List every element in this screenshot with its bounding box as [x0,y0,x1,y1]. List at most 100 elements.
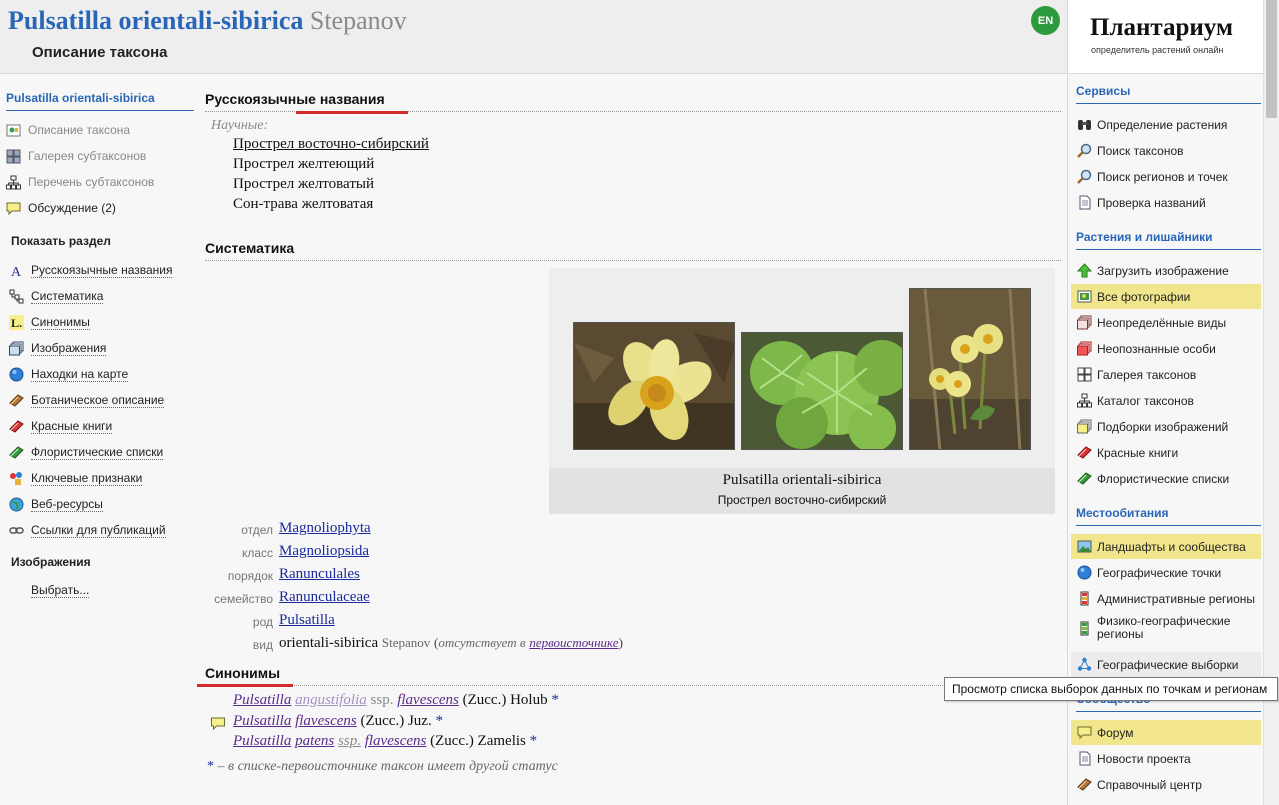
taxonomy-value-link[interactable]: Ranunculales [279,566,360,583]
menu-item-all-photos[interactable]: Все фотографии [1071,284,1261,309]
synonym-infra-link[interactable]: flavescens [365,733,427,749]
synonym-genus-link[interactable]: Pulsatilla [233,733,291,749]
synonym-species-link[interactable]: angustifolia [295,692,367,708]
menu-item-label: Каталог таксонов [1097,393,1194,408]
section-link-images[interactable]: Изображения [9,338,107,358]
menu-item-undetermined-species[interactable]: Неопределённые виды [1071,310,1261,335]
photo-caption-latin: Pulsatilla orientali-sibirica [722,472,882,488]
synonym-star: * [435,713,443,729]
scrollbar-thumb[interactable] [1266,0,1277,118]
photo-caption-russian: Прострел восточно-сибирский [717,493,887,507]
green-book-icon [9,446,24,459]
menu-item-physio-regions[interactable]: Физико-географические регионы [1071,612,1261,644]
photo-panel: Pulsatilla orientali-sibirica Прострел в… [549,268,1055,514]
section-link-russian-names[interactable]: A Русскоязычные названия [9,260,173,280]
collection-icon [1077,419,1092,434]
menu-item-label: Проверка названий [1097,195,1206,210]
section-link-systematics[interactable]: Систематика [9,286,104,306]
taxonomy-value-link[interactable]: Magnoliopsida [279,543,369,560]
species-line: orientali-sibirica Stepanov (отсутствует… [279,635,623,652]
section-link-label: Изображения [31,340,107,356]
menu-item-name-check[interactable]: Проверка названий [1071,190,1261,215]
photo-leaves[interactable] [741,332,903,450]
menu-item-label: Определение растения [1097,117,1228,132]
speech-bubble-icon[interactable] [210,716,226,731]
menu-item-taxon-search[interactable]: Поиск таксонов [1071,138,1261,163]
images-choose-label: Выбрать... [31,582,90,598]
section-link-label: Веб-ресурсы [31,496,103,512]
sidebar-item-subtaxon-list[interactable]: Перечень субтаксонов [6,172,154,192]
gallery-icon [6,149,21,164]
menu-item-unidentified-specimens[interactable]: Неопознанные особи [1071,336,1261,361]
menu-item-label: Географические выборки [1097,657,1239,672]
taxonomy-value-link[interactable]: Pulsatilla [279,612,335,629]
synonym-genus-link[interactable]: Pulsatilla [233,692,291,708]
site-brand[interactable]: Плантариум определитель растений онлайн [1068,0,1264,74]
photo-flower[interactable] [573,322,735,450]
stack-red-icon [1077,341,1092,356]
images-choose-link[interactable]: Выбрать... [9,580,90,600]
red-book-icon [9,420,24,433]
menu-item-label: Ландшафты и сообщества [1097,539,1246,554]
menu-item-help-center[interactable]: Справочный центр [1071,772,1261,797]
section-link-red-books[interactable]: Красные книги [9,416,113,436]
section-link-map[interactable]: Находки на карте [9,364,129,384]
menu-item-label: Все фотографии [1097,289,1191,304]
photo-flowering-plant[interactable] [909,288,1031,450]
menu-item-geo-points[interactable]: Географические точки [1071,560,1261,585]
taxonomy-rank: семейство [214,592,273,606]
taxonomy-value-link[interactable]: Magnoliophyta [279,520,371,537]
letter-l-icon: L. [9,315,24,330]
menu-item-label: Неопределённые виды [1097,315,1227,330]
magnifier-icon [1077,169,1092,184]
section-link-floristic-lists[interactable]: Флористические списки [9,442,164,462]
species-note-source-link[interactable]: первоисточнике [529,635,618,650]
menu-item-image-collections[interactable]: Подборки изображений [1071,414,1261,439]
section-link-key-features[interactable]: Ключевые признаки [9,468,143,488]
menu-item-floristic-lists[interactable]: Флористические списки [1071,466,1261,491]
sidebar-item-taxon-description[interactable]: Описание таксона [6,120,130,140]
tooltip: Просмотр списка выборок данных по точкам… [944,677,1278,701]
magnifier-icon [1077,143,1092,158]
taxonomy-value-link[interactable]: Ranunculaceae [279,589,370,606]
left-sidebar: Pulsatilla orientali-sibirica Описание т… [0,75,198,805]
speech-bubble-icon [6,202,21,216]
synonym-infra-link[interactable]: flavescens [397,692,459,708]
russian-name-primary[interactable]: Прострел восточно-сибирский [233,136,429,153]
menu-item-region-search[interactable]: Поиск регионов и точек [1071,164,1261,189]
menu-item-label: Подборки изображений [1097,419,1229,434]
menu-item-label: Новости проекта [1097,751,1191,766]
menu-item-admin-regions[interactable]: Административные регионы [1071,586,1261,611]
menu-item-upload-image[interactable]: Загрузить изображение [1071,258,1261,283]
synonym-species-link[interactable]: patens [295,733,334,749]
menu-item-project-news[interactable]: Новости проекта [1071,746,1261,771]
menu-item-taxon-catalog[interactable]: Каталог таксонов [1071,388,1261,413]
synonym-star: * [551,692,559,708]
synonym-species-link[interactable]: flavescens [295,713,357,729]
menu-item-red-books[interactable]: Красные книги [1071,440,1261,465]
section-link-web-resources[interactable]: Веб-ресурсы [9,494,103,514]
services-section-title: Сервисы [1076,84,1261,104]
taxon-author: Stepanov [309,6,407,35]
photo-icon [1077,290,1092,303]
sidebar-item-discussion[interactable]: Обсуждение (2) [6,198,116,218]
section-link-citation-links[interactable]: Ссылки для публикаций [9,520,166,540]
menu-item-forum[interactable]: Форум [1071,720,1261,745]
menu-item-geo-samples[interactable]: Географические выборки [1071,652,1261,677]
section-link-synonyms[interactable]: L. Синонимы [9,312,90,332]
menu-item-landscapes[interactable]: Ландшафты и сообщества [1071,534,1261,559]
language-switch-button[interactable]: EN [1031,6,1060,35]
menu-item-plant-identification[interactable]: Определение растения [1071,112,1261,137]
page-header: Pulsatilla orientali-sibirica Stepanov О… [0,0,1067,74]
photo-flowering-plant-image [910,289,1030,449]
sidebar-item-label: Галерея субтаксонов [28,149,147,163]
sidebar-item-subtaxon-gallery[interactable]: Галерея субтаксонов [6,146,146,166]
section-link-botanical-description[interactable]: Ботаническое описание [9,390,165,410]
sidebar-taxon-title[interactable]: Pulsatilla orientali-sibirica [6,91,194,111]
synonyms-heading: Синонимы [205,665,1061,686]
taxonomy-rank: класс [241,546,273,560]
page-title: Pulsatilla orientali-sibirica Stepanov [8,6,407,36]
synonym-genus-link[interactable]: Pulsatilla [233,713,291,729]
photo-flower-image [574,323,734,449]
menu-item-taxon-gallery[interactable]: Галерея таксонов [1071,362,1261,387]
